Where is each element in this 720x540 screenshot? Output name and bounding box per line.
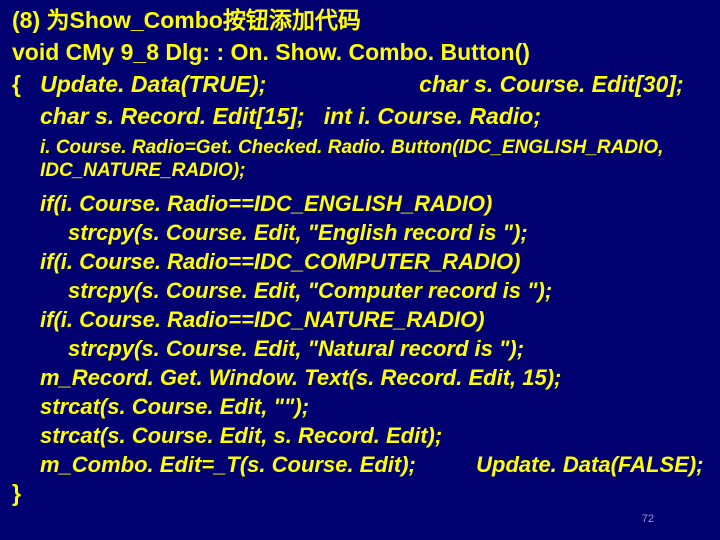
strcat-record: strcat(s. Course. Edit, s. Record. Edit)… [12, 421, 708, 450]
strcpy-natural: strcpy(s. Course. Edit, "Natural record … [12, 334, 708, 363]
open-brace: { [12, 71, 21, 97]
if-computer: if(i. Course. Radio==IDC_COMPUTER_RADIO) [12, 247, 708, 276]
update-data-false: Update. Data(FALSE); [476, 452, 703, 477]
strcpy-computer: strcpy(s. Course. Edit, "Computer record… [12, 276, 708, 305]
last-line: m_Combo. Edit=_T(s. Course. Edit); Updat… [12, 450, 708, 479]
decl-line-2: char s. Record. Edit[15]; int i. Course.… [12, 102, 708, 132]
close-brace: } [12, 479, 708, 509]
if-nature: if(i. Course. Radio==IDC_NATURE_RADIO) [12, 305, 708, 334]
if-english: if(i. Course. Radio==IDC_ENGLISH_RADIO) [12, 189, 708, 218]
slide-title: (8) 为Show_Combo按钮添加代码 [12, 6, 708, 36]
strcpy-english: strcpy(s. Course. Edit, "English record … [12, 218, 708, 247]
stmt-course-edit-decl: char s. Course. Edit[30]; [419, 71, 684, 97]
stmt-update-true: Update. Data(TRUE); [40, 71, 266, 97]
stmt-course-radio-decl: int i. Course. Radio; [324, 103, 541, 129]
function-signature: void CMy 9_8 Dlg: : On. Show. Combo. But… [12, 38, 708, 68]
stmt-get-checked-radio: i. Course. Radio=Get. Checked. Radio. Bu… [12, 136, 708, 184]
stmt-record-edit-decl: char s. Record. Edit[15]; [40, 103, 305, 129]
page-number: 72 [642, 512, 654, 526]
get-window-text: m_Record. Get. Window. Text(s. Record. E… [12, 363, 708, 392]
combo-edit-assign: m_Combo. Edit=_T(s. Course. Edit); [40, 452, 416, 477]
decl-line-1: { Update. Data(TRUE); char s. Course. Ed… [12, 70, 708, 100]
strcat-empty: strcat(s. Course. Edit, ""); [12, 392, 708, 421]
